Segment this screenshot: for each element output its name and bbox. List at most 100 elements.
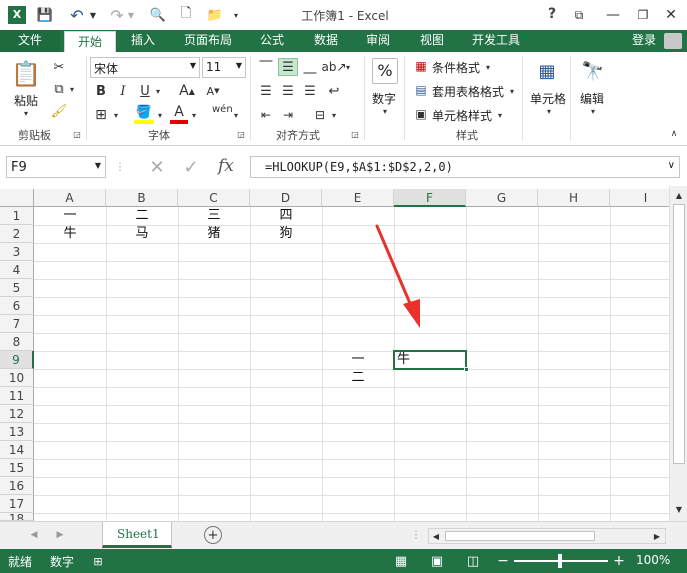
cells-icon[interactable]: ▦ bbox=[534, 58, 560, 84]
font-name-select[interactable]: 宋体 ▼ bbox=[90, 57, 200, 78]
fill-color-dropdown-icon[interactable]: ▾ bbox=[156, 108, 164, 122]
cell-styles-icon[interactable]: ▣ bbox=[412, 106, 430, 122]
row-header[interactable]: 7 bbox=[0, 315, 34, 333]
undo-dropdown-icon[interactable]: ▼ bbox=[88, 8, 98, 22]
minimize-icon[interactable]: — bbox=[604, 6, 622, 24]
macro-record-icon[interactable]: ⊞ bbox=[90, 553, 106, 569]
number-dropdown-icon[interactable]: ▾ bbox=[380, 106, 390, 116]
increase-font-icon[interactable]: A ▲ bbox=[178, 82, 196, 100]
cut-icon[interactable]: ✂ bbox=[50, 58, 68, 76]
decrease-indent-icon[interactable]: ⇤ bbox=[256, 106, 276, 124]
row-header[interactable]: 18 bbox=[0, 513, 34, 521]
format-as-table-icon[interactable]: ▤ bbox=[412, 82, 430, 98]
font-size-select[interactable]: 11 ▼ bbox=[202, 57, 246, 78]
format-painter-icon[interactable]: 🖌 bbox=[50, 102, 68, 120]
copy-dropdown-icon[interactable]: ▾ bbox=[68, 82, 76, 96]
customize-qat-icon[interactable]: ▾ bbox=[230, 8, 242, 22]
fill-handle[interactable] bbox=[464, 367, 469, 372]
orientation-dropdown-icon[interactable]: ▾ bbox=[344, 60, 352, 74]
merge-center-icon[interactable]: ⊟ bbox=[310, 106, 330, 124]
cell-c1[interactable]: 三 bbox=[178, 207, 250, 225]
cell-e10[interactable]: 二 bbox=[322, 369, 394, 387]
wrap-text-icon[interactable]: ↩ bbox=[324, 82, 344, 100]
row-header[interactable]: 15 bbox=[0, 459, 34, 477]
row-header[interactable]: 16 bbox=[0, 477, 34, 495]
tab-split-dots-icon[interactable]: ⋮ bbox=[411, 528, 421, 542]
save-icon[interactable]: 💾 bbox=[34, 6, 56, 24]
ribbon-display-icon[interactable]: ⧉ bbox=[570, 6, 588, 24]
cell-b1[interactable]: 二 bbox=[106, 207, 178, 225]
expand-formula-icon[interactable]: ∨ bbox=[668, 160, 675, 171]
open-folder-icon[interactable]: 📁 bbox=[204, 6, 226, 24]
increase-indent-icon[interactable]: ⇥ bbox=[278, 106, 298, 124]
font-color-dropdown-icon[interactable]: ▾ bbox=[190, 108, 198, 122]
merge-dropdown-icon[interactable]: ▾ bbox=[330, 108, 338, 122]
tab-home[interactable]: 开始 bbox=[64, 31, 116, 53]
row-header[interactable]: 4 bbox=[0, 261, 34, 279]
font-launcher-icon[interactable]: ◲ bbox=[236, 129, 246, 139]
options-dots-icon[interactable]: ⋮ bbox=[115, 158, 125, 176]
row-header[interactable]: 12 bbox=[0, 405, 34, 423]
row-header[interactable]: 11 bbox=[0, 387, 34, 405]
column-header-a[interactable]: A bbox=[34, 189, 106, 207]
align-right-icon[interactable]: ☰ bbox=[300, 82, 320, 100]
help-button[interactable]: ? bbox=[548, 6, 556, 22]
cancel-icon[interactable]: ✕ bbox=[146, 156, 168, 178]
number-format-icon[interactable]: % bbox=[372, 58, 398, 84]
align-middle-icon[interactable]: ☰ bbox=[278, 58, 298, 76]
bold-icon[interactable]: B bbox=[92, 82, 110, 100]
sheet-tab-sheet1[interactable]: Sheet1 bbox=[102, 522, 172, 548]
tab-review[interactable]: 审阅 bbox=[356, 30, 400, 52]
chevron-down-icon[interactable]: ▼ bbox=[236, 61, 242, 70]
formula-input[interactable]: =HLOOKUP(E9,$A$1:$D$2,2,0) ∨ bbox=[250, 156, 680, 178]
row-header[interactable]: 10 bbox=[0, 369, 34, 387]
editing-dropdown-icon[interactable]: ▾ bbox=[588, 106, 598, 116]
tab-file[interactable]: 文件 bbox=[0, 30, 60, 52]
print-preview-icon[interactable]: 🔍 bbox=[148, 6, 168, 24]
editing-button-label[interactable]: 编辑 bbox=[580, 90, 604, 107]
page-layout-view-icon[interactable]: ▣ bbox=[428, 552, 446, 570]
tab-developer[interactable]: 开发工具 bbox=[464, 30, 528, 52]
cell-styles-button[interactable]: 单元格样式 bbox=[432, 107, 492, 124]
underline-dropdown-icon[interactable]: ▾ bbox=[154, 84, 162, 98]
tab-insert[interactable]: 插入 bbox=[120, 30, 166, 52]
conditional-format-button[interactable]: 条件格式 bbox=[432, 59, 480, 76]
phonetic-dropdown-icon[interactable]: ▾ bbox=[232, 108, 240, 122]
paste-dropdown-icon[interactable]: ▾ bbox=[20, 108, 32, 118]
chevron-down-icon[interactable]: ▾ bbox=[484, 61, 492, 73]
paste-button-label[interactable]: 粘贴 bbox=[14, 92, 38, 109]
align-center-icon[interactable]: ☰ bbox=[278, 82, 298, 100]
copy-icon[interactable]: ⧉ bbox=[50, 80, 68, 98]
column-header-e[interactable]: E bbox=[322, 189, 394, 207]
decrease-font-icon[interactable]: A ▼ bbox=[204, 82, 222, 100]
scroll-up-icon[interactable]: ▲ bbox=[672, 188, 686, 202]
account-avatar-icon[interactable] bbox=[664, 33, 682, 49]
format-as-table-button[interactable]: 套用表格格式 bbox=[432, 83, 504, 100]
spreadsheet-grid[interactable]: A B C D E F G H I 1 2 3 4 5 6 7 8 9 10 1… bbox=[0, 189, 682, 521]
row-header[interactable]: 9 bbox=[0, 351, 34, 369]
cell-a1[interactable]: 一 bbox=[34, 207, 106, 225]
chevron-down-icon[interactable]: ▼ bbox=[190, 61, 196, 70]
tab-page-layout[interactable]: 页面布局 bbox=[176, 30, 240, 52]
conditional-format-icon[interactable]: ▦ bbox=[412, 58, 430, 74]
scroll-right-icon[interactable]: ▶ bbox=[651, 530, 663, 542]
align-left-icon[interactable]: ☰ bbox=[256, 82, 276, 100]
row-header[interactable]: 2 bbox=[0, 225, 34, 243]
underline-icon[interactable]: U bbox=[136, 82, 154, 100]
undo-icon[interactable]: ↶ bbox=[66, 6, 88, 25]
vertical-scrollbar[interactable]: ▲ ▼ bbox=[669, 186, 687, 521]
redo-icon[interactable]: ↷ bbox=[106, 6, 128, 25]
cell-d1[interactable]: 四 bbox=[250, 207, 322, 225]
row-header[interactable]: 13 bbox=[0, 423, 34, 441]
row-header[interactable]: 3 bbox=[0, 243, 34, 261]
chevron-down-icon[interactable]: ▾ bbox=[496, 109, 504, 121]
alignment-launcher-icon[interactable]: ◲ bbox=[350, 129, 360, 139]
italic-icon[interactable]: I bbox=[114, 82, 132, 100]
zoom-slider-thumb[interactable] bbox=[558, 554, 562, 568]
chevron-down-icon[interactable]: ▼ bbox=[95, 161, 101, 170]
cell-b2[interactable]: 马 bbox=[106, 225, 178, 243]
add-sheet-icon[interactable]: + bbox=[204, 526, 222, 544]
align-top-icon[interactable]: ⎺ bbox=[256, 58, 276, 76]
align-bottom-icon[interactable]: ⎽ bbox=[300, 58, 320, 76]
clipboard-launcher-icon[interactable]: ◲ bbox=[72, 129, 82, 139]
